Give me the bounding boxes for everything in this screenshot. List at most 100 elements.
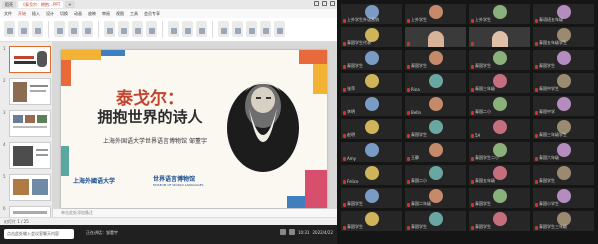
participant-tile[interactable]: 泰国五年级 bbox=[469, 165, 530, 185]
participant-tile[interactable]: 张萍 bbox=[341, 73, 402, 93]
maximize-icon[interactable] bbox=[322, 1, 327, 6]
participant-tile[interactable]: 王静 bbox=[405, 142, 466, 162]
align-center-button[interactable] bbox=[182, 21, 193, 37]
participant-tile[interactable]: 泰国中学 bbox=[533, 96, 594, 116]
thumbnail-row[interactable]: 6 bbox=[3, 206, 51, 217]
font-bold-button[interactable] bbox=[104, 21, 115, 37]
participant-tile[interactable]: 泰语班五年级 bbox=[533, 4, 594, 24]
cut-button[interactable] bbox=[18, 21, 29, 37]
new-slide-button[interactable] bbox=[54, 21, 65, 37]
find-button[interactable] bbox=[274, 21, 285, 37]
participant-tile[interactable]: 上外学生 bbox=[405, 4, 466, 24]
slide-thumbnail[interactable] bbox=[9, 78, 51, 105]
thumbnail-row[interactable]: 5 bbox=[3, 174, 51, 204]
slide-editor-canvas[interactable]: 泰戈尔： 拥抱世界的诗人 上海外国语大学世界语言博物馆 邹董宇 上海外國语大学 bbox=[53, 42, 337, 217]
clock-time[interactable]: 10:31 bbox=[298, 230, 310, 235]
menu-file[interactable]: 文件 bbox=[4, 11, 12, 17]
menu-member[interactable]: 会员专享 bbox=[144, 11, 160, 17]
participant-tile[interactable]: 泰国学生 bbox=[405, 119, 466, 139]
font-italic-button[interactable] bbox=[118, 21, 129, 37]
participant-tile[interactable]: 赵明 bbox=[341, 119, 402, 139]
slide-thumbnail[interactable] bbox=[9, 206, 51, 217]
participant-tile[interactable] bbox=[405, 27, 466, 47]
participant-tile[interactable]: 泰国学生 bbox=[341, 211, 402, 231]
participant-tile[interactable]: 泰国学生 bbox=[405, 50, 466, 70]
thumbnail-row[interactable]: 2 bbox=[3, 78, 51, 108]
menu-animation[interactable]: 动画 bbox=[74, 11, 82, 17]
menu-transition[interactable]: 切换 bbox=[60, 11, 68, 17]
participant-tile[interactable]: 泰国学生 bbox=[533, 50, 594, 70]
participant-tile[interactable]: 泰国学生二小 bbox=[469, 142, 530, 162]
participant-tile[interactable]: 泰国六年级 bbox=[533, 142, 594, 162]
picture-button[interactable] bbox=[260, 21, 271, 37]
participant-tile[interactable]: 泰国二小 bbox=[469, 96, 530, 116]
participant-tile[interactable]: 泰国三年级 bbox=[469, 73, 530, 93]
participant-video bbox=[427, 31, 444, 47]
participant-tile[interactable]: 泰国三年级学生 bbox=[533, 119, 594, 139]
participant-tile[interactable]: 泰国学生代表 bbox=[341, 27, 402, 47]
participant-tile[interactable]: Amy bbox=[341, 142, 402, 162]
thumbnail-row[interactable]: 1 bbox=[3, 46, 51, 76]
clock-date[interactable]: 2022/4/22 bbox=[312, 230, 333, 235]
paste-button[interactable] bbox=[4, 21, 15, 37]
menu-slideshow[interactable]: 放映 bbox=[88, 11, 96, 17]
close-icon[interactable] bbox=[330, 1, 335, 6]
menu-view[interactable]: 视图 bbox=[116, 11, 124, 17]
slide-subtitle[interactable]: 拥抱世界的诗人 bbox=[85, 106, 215, 127]
tab-new[interactable]: + bbox=[65, 1, 75, 8]
participant-tile[interactable]: 泰国学生三年级 bbox=[533, 211, 594, 231]
chat-input[interactable]: 点击此处输入会议室聊天内容 bbox=[4, 229, 74, 239]
slide-author[interactable]: 上海外国语大学世界语言博物馆 邹董宇 bbox=[75, 136, 235, 145]
notes-field[interactable]: 单击此处添加备注 bbox=[53, 209, 337, 217]
wifi-icon[interactable] bbox=[279, 229, 286, 235]
participant-tile[interactable]: 泰国学生 bbox=[341, 188, 402, 208]
tab-document[interactable]: 《泰戈尔：拥抱…PPT bbox=[18, 1, 64, 8]
participant-tile[interactable]: 上外学生外语营销 bbox=[341, 4, 402, 24]
participant-tile[interactable]: 泰国中学生 bbox=[533, 73, 594, 93]
menu-tools[interactable]: 工具 bbox=[130, 11, 138, 17]
slide-thumbnail[interactable] bbox=[9, 142, 51, 169]
minimize-icon[interactable] bbox=[314, 1, 319, 6]
menu-insert[interactable]: 插入 bbox=[32, 11, 40, 17]
menu-home[interactable]: 开始 bbox=[18, 11, 26, 17]
shape-button[interactable] bbox=[218, 21, 229, 37]
slide-thumbnail[interactable] bbox=[9, 110, 51, 137]
tab-home[interactable]: 稻壳 bbox=[2, 1, 16, 8]
layout-button[interactable] bbox=[68, 21, 79, 37]
participant-tile[interactable]: 泰国小学生 bbox=[533, 188, 594, 208]
avatar bbox=[364, 143, 379, 157]
participant-tile[interactable]: 李明 bbox=[341, 96, 402, 116]
reset-button[interactable] bbox=[82, 21, 93, 37]
thumbnail-row[interactable]: 4 bbox=[3, 142, 51, 172]
participant-tile[interactable]: 上外学生 bbox=[469, 4, 530, 24]
thumbnail-row[interactable]: 3 bbox=[3, 110, 51, 140]
participant-tile[interactable]: 泰国二年级 bbox=[405, 188, 466, 208]
participant-tile[interactable]: 泰国二小 bbox=[405, 165, 466, 185]
slide-thumbnail[interactable] bbox=[9, 174, 51, 201]
participant-tile[interactable]: Rina bbox=[405, 73, 466, 93]
participant-tile[interactable]: 泰国学生 bbox=[533, 165, 594, 185]
slide-thumbnail[interactable] bbox=[9, 46, 51, 73]
participant-name: 泰国小学生 bbox=[539, 201, 559, 206]
format-painter-button[interactable] bbox=[32, 21, 43, 37]
font-color-button[interactable] bbox=[146, 21, 157, 37]
textbox-button[interactable] bbox=[246, 21, 257, 37]
participant-tile[interactable]: 泰国学生 bbox=[469, 50, 530, 70]
menu-design[interactable]: 设计 bbox=[46, 11, 54, 17]
volume-icon[interactable] bbox=[288, 229, 295, 235]
participant-tile[interactable]: 泰国学生 bbox=[469, 211, 530, 231]
participant-tile[interactable]: Felice bbox=[341, 165, 402, 185]
participant-tile[interactable]: 5A bbox=[469, 119, 530, 139]
participant-tile[interactable]: 泰国学生 bbox=[405, 211, 466, 231]
menu-review[interactable]: 审阅 bbox=[102, 11, 110, 17]
participant-tile[interactable]: 泰国五年级学生 bbox=[533, 27, 594, 47]
participant-tile[interactable]: Bella bbox=[405, 96, 466, 116]
current-slide[interactable]: 泰戈尔： 拥抱世界的诗人 上海外国语大学世界语言博物馆 邹董宇 上海外國语大学 bbox=[61, 50, 327, 208]
arrange-button[interactable] bbox=[232, 21, 243, 37]
font-underline-button[interactable] bbox=[132, 21, 143, 37]
participant-tile[interactable] bbox=[469, 27, 530, 47]
participant-tile[interactable]: 泰国学生 bbox=[469, 188, 530, 208]
align-left-button[interactable] bbox=[168, 21, 179, 37]
participant-tile[interactable]: 泰国学生 bbox=[341, 50, 402, 70]
align-right-button[interactable] bbox=[196, 21, 207, 37]
